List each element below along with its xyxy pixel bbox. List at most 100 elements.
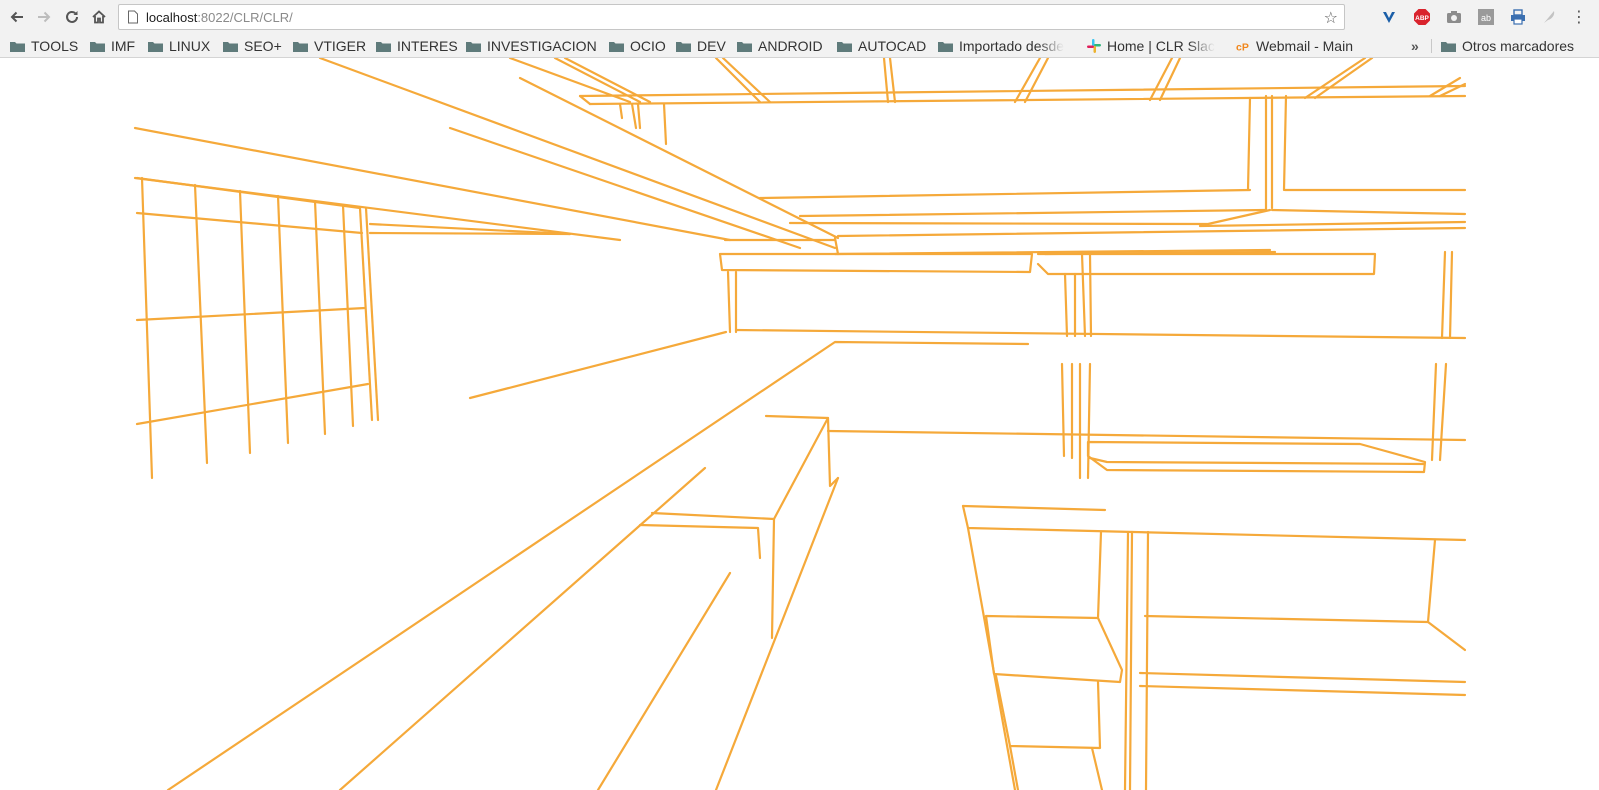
floor-line	[714, 476, 840, 790]
window-grid-line	[341, 203, 355, 428]
camera-icon[interactable]	[1445, 8, 1463, 26]
bookmark-label: Webmail - Main	[1256, 38, 1353, 54]
reload-button[interactable]	[59, 4, 85, 30]
folder-icon	[223, 41, 238, 52]
window-grid-line	[276, 194, 290, 445]
feather-icon[interactable]	[1540, 8, 1558, 26]
window-grid-line	[135, 382, 370, 426]
beam-line	[836, 226, 1467, 238]
wireframe-canvas[interactable]	[0, 58, 1599, 790]
url-text[interactable]: localhost:8022/CLR/CLR/	[146, 10, 293, 25]
window-grid-line	[368, 231, 572, 236]
window-grid-line	[135, 306, 367, 322]
beam-line	[1270, 208, 1467, 216]
table-leg-line	[1448, 250, 1454, 340]
bookmarks-overflow-button[interactable]: »	[1411, 37, 1419, 55]
bookmark-linux[interactable]: LINUX	[148, 37, 210, 55]
bookmark-dev[interactable]: DEV	[676, 37, 726, 55]
table-leg-line	[1080, 252, 1087, 338]
back-button[interactable]	[4, 4, 30, 30]
slack-icon	[1087, 39, 1101, 53]
page-icon	[128, 10, 138, 24]
ceiling-beam-line	[1148, 58, 1174, 102]
home-icon	[92, 10, 106, 24]
adblock-plus-icon[interactable]: ABP	[1413, 8, 1431, 26]
cabinet-line	[1426, 538, 1467, 652]
cabinet-line	[1138, 671, 1467, 684]
bookmark-label: TOOLS	[31, 38, 79, 54]
url-host: localhost	[146, 10, 198, 25]
beam-line	[798, 208, 1267, 218]
table-line	[718, 252, 1034, 274]
printer-icon[interactable]	[1509, 8, 1527, 26]
bookmark-android[interactable]: ANDROID	[737, 37, 823, 55]
bookmark-label: Home | CLR Slac	[1107, 38, 1215, 54]
bookmark-importado[interactable]: Importado desde	[938, 37, 1070, 55]
bookmark-label: VTIGER	[314, 38, 367, 54]
table-leg-line	[726, 270, 732, 334]
folder-icon	[148, 41, 163, 52]
window-grid-line	[358, 206, 374, 422]
bookmark-ocio[interactable]: OCIO	[609, 37, 666, 55]
vivaldi-v-icon[interactable]	[1380, 8, 1398, 26]
perspective-line	[468, 330, 728, 400]
post-line	[1060, 362, 1066, 458]
bookmark-webmail[interactable]: cP Webmail - Main	[1236, 37, 1353, 55]
forward-button[interactable]	[31, 4, 57, 30]
floor-line	[166, 340, 1030, 790]
url-path: :8022/CLR/CLR/	[197, 10, 293, 25]
bookmark-investigacion[interactable]: INVESTIGACION	[466, 37, 597, 55]
folder-icon	[676, 41, 691, 52]
back-arrow-icon	[10, 11, 23, 23]
cabinet-line	[1090, 746, 1104, 790]
reload-icon	[66, 10, 78, 23]
box-line	[638, 523, 762, 560]
cabinet-line	[1123, 530, 1130, 790]
browser-toolbar: localhost:8022/CLR/CLR/ ☆ ABP ab ⋮	[0, 0, 1599, 34]
table-leg-line	[1063, 272, 1069, 338]
bookmark-label: LINUX	[169, 38, 211, 54]
bookmark-vtiger[interactable]: VTIGER	[293, 37, 366, 55]
shelf-line	[1086, 440, 1427, 474]
kebab-menu-icon[interactable]: ⋮	[1570, 8, 1588, 26]
bookmark-autocad[interactable]: AUTOCAD	[837, 37, 926, 55]
bookmark-clr-slack[interactable]: Home | CLR Slac	[1087, 37, 1222, 55]
other-bookmarks[interactable]: Otros marcadores	[1441, 37, 1574, 55]
folder-icon	[293, 41, 308, 52]
bookmark-imf[interactable]: IMF	[90, 37, 135, 55]
ceiling-post-line	[662, 102, 668, 146]
bookmark-star-icon[interactable]: ☆	[1324, 8, 1338, 28]
ceiling-beam-line	[578, 94, 592, 106]
home-button[interactable]	[86, 4, 112, 30]
bookmark-tools[interactable]: TOOLS	[10, 37, 78, 55]
cabinet-line	[994, 674, 1102, 750]
bookmarks-divider	[1431, 39, 1432, 53]
beam-line	[758, 188, 1252, 200]
diagonal-beam-line	[318, 58, 837, 250]
window-grid-line	[313, 199, 327, 436]
cabinet-line	[984, 530, 1124, 684]
folder-icon	[609, 41, 624, 52]
cabinet-line	[1128, 530, 1134, 790]
post-line	[1086, 362, 1092, 480]
folder-icon	[1441, 41, 1456, 52]
bookmark-interes[interactable]: INTERES	[376, 37, 458, 55]
perspective-line	[133, 126, 732, 242]
table-line	[1036, 252, 1377, 276]
box-line	[650, 414, 830, 521]
table-leg-line	[1088, 252, 1093, 338]
box-line	[770, 517, 776, 640]
ab-icon[interactable]: ab	[1477, 8, 1495, 26]
address-bar[interactable]: localhost:8022/CLR/CLR/ ☆	[118, 4, 1345, 30]
page-viewport[interactable]	[0, 58, 1599, 790]
shelf-line	[1088, 456, 1426, 466]
bookmark-label: DEV	[697, 38, 726, 54]
svg-text:cP: cP	[1236, 41, 1249, 52]
table-edge-line	[734, 328, 1467, 340]
post-line	[1282, 94, 1288, 192]
box-line	[826, 416, 840, 488]
bookmark-seo[interactable]: SEO+	[223, 37, 282, 55]
window-grid-line	[140, 176, 154, 480]
beam-line	[1198, 220, 1467, 228]
bookmark-label: INVESTIGACION	[487, 38, 597, 54]
